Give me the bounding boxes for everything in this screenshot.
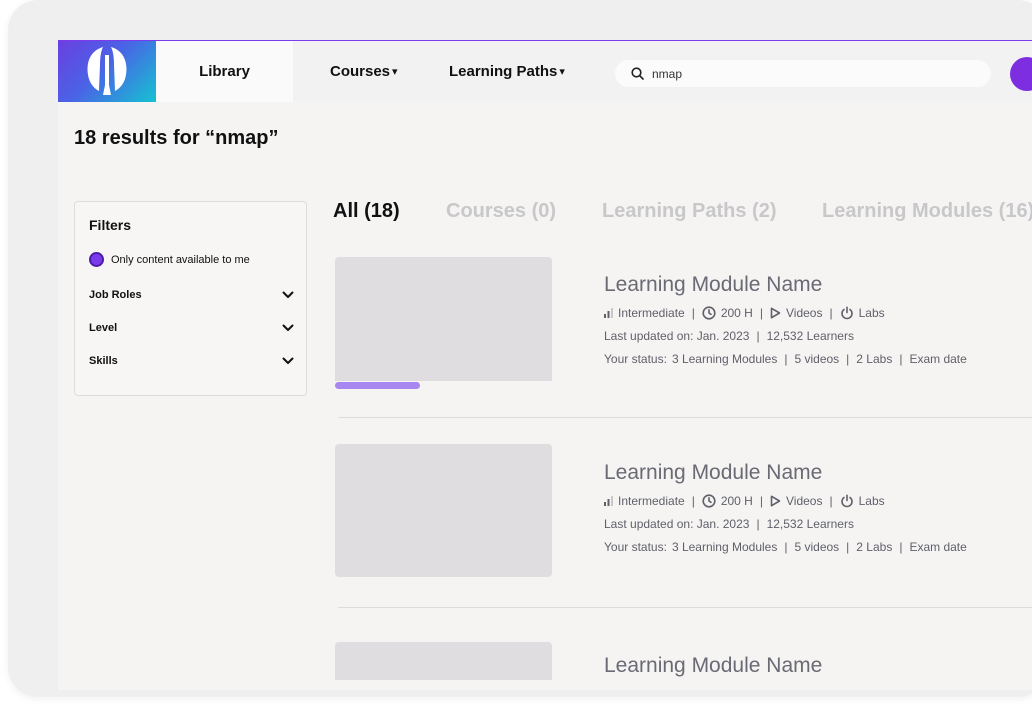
chevron-down-icon bbox=[282, 324, 294, 331]
status-label: Your status: bbox=[604, 540, 667, 554]
tab-all[interactable]: All (18) bbox=[333, 200, 400, 223]
divider bbox=[338, 417, 1032, 418]
status-videos: 5 videos bbox=[794, 352, 840, 366]
power-icon bbox=[840, 306, 854, 320]
level-text: Intermediate bbox=[618, 306, 685, 320]
chevron-down-icon: ▾ bbox=[559, 66, 565, 78]
filters-title: Filters bbox=[89, 217, 132, 233]
separator: | bbox=[756, 517, 760, 531]
result-status-row: Your status: 3 Learning Modules | 5 vide… bbox=[604, 540, 967, 554]
progress-bar bbox=[335, 381, 552, 390]
learners-text: 12,532 Learners bbox=[766, 329, 854, 343]
separator: | bbox=[899, 352, 903, 366]
level-text: Intermediate bbox=[618, 494, 685, 508]
status-modules: 3 Learning Modules bbox=[671, 540, 778, 554]
result-thumbnail[interactable] bbox=[335, 444, 552, 577]
result-updated-row: Last updated on: Jan. 2023 | 12,532 Lear… bbox=[604, 517, 854, 531]
result-title[interactable]: Learning Module Name bbox=[604, 461, 822, 485]
filter-skills[interactable]: Skills bbox=[89, 355, 294, 367]
tab-courses[interactable]: Courses (0) bbox=[446, 200, 556, 223]
separator: | bbox=[846, 352, 850, 366]
result-meta: Intermediate | 200 H | Videos | Labs bbox=[604, 306, 885, 320]
separator: | bbox=[784, 540, 788, 554]
chevron-down-icon bbox=[282, 291, 294, 298]
device-frame: Library Courses ▾ Learning Paths ▾ 18 re… bbox=[8, 0, 1032, 697]
learners-text: 12,532 Learners bbox=[766, 517, 854, 531]
duration-text: 200 H bbox=[720, 306, 753, 320]
separator: | bbox=[756, 329, 760, 343]
tab-learning-modules[interactable]: Learning Modules (16) bbox=[822, 200, 1032, 223]
filter-label: Job Roles bbox=[89, 289, 142, 301]
filters-panel: Filters Only content available to me Job… bbox=[74, 201, 307, 396]
status-exam: Exam date bbox=[909, 540, 967, 554]
filter-label: Level bbox=[89, 322, 118, 334]
results-title: 18 results for “nmap” bbox=[74, 127, 279, 149]
only-available-toggle[interactable]: Only content available to me bbox=[89, 252, 250, 267]
status-exam: Exam date bbox=[909, 352, 967, 366]
divider bbox=[338, 607, 1032, 608]
filter-job-roles[interactable]: Job Roles bbox=[89, 289, 294, 301]
duration-text: 200 H bbox=[720, 494, 753, 508]
result-title[interactable]: Learning Module Name bbox=[604, 654, 822, 678]
level-bars-icon bbox=[604, 496, 613, 506]
viewport-bottom-edge bbox=[58, 680, 1032, 690]
updated-text: Last updated on: Jan. 2023 bbox=[604, 329, 750, 343]
labs-text: Labs bbox=[858, 494, 885, 508]
progress-fill bbox=[335, 382, 420, 389]
play-icon bbox=[770, 307, 781, 319]
nav-library-label: Library bbox=[199, 63, 250, 80]
status-videos: 5 videos bbox=[794, 540, 840, 554]
nav-courses-dropdown[interactable]: Courses ▾ bbox=[330, 41, 398, 102]
result-status-row: Your status: 3 Learning Modules | 5 vide… bbox=[604, 352, 967, 366]
status-label: Your status: bbox=[604, 352, 667, 366]
separator: | bbox=[759, 494, 763, 508]
chevron-down-icon: ▾ bbox=[392, 66, 398, 78]
nav-learning-paths-dropdown[interactable]: Learning Paths ▾ bbox=[449, 41, 565, 102]
play-icon bbox=[770, 495, 781, 507]
status-labs: 2 Labs bbox=[856, 540, 893, 554]
result-thumbnail[interactable] bbox=[335, 257, 552, 390]
separator: | bbox=[829, 306, 833, 320]
videos-text: Videos bbox=[785, 306, 823, 320]
separator: | bbox=[691, 494, 695, 508]
nav-library-tab[interactable]: Library bbox=[156, 41, 293, 102]
status-labs: 2 Labs bbox=[856, 352, 893, 366]
app-screen: Library Courses ▾ Learning Paths ▾ 18 re… bbox=[58, 40, 1032, 690]
status-modules: 3 Learning Modules bbox=[671, 352, 778, 366]
separator: | bbox=[829, 494, 833, 508]
level-bars-icon bbox=[604, 308, 613, 318]
filter-level[interactable]: Level bbox=[89, 322, 294, 334]
result-updated-row: Last updated on: Jan. 2023 | 12,532 Lear… bbox=[604, 329, 854, 343]
logo-icon[interactable] bbox=[58, 41, 156, 102]
separator: | bbox=[784, 352, 788, 366]
radio-selected-icon[interactable] bbox=[89, 252, 104, 267]
labs-text: Labs bbox=[858, 306, 885, 320]
clock-icon bbox=[702, 494, 716, 508]
chevron-down-icon bbox=[282, 357, 294, 364]
updated-text: Last updated on: Jan. 2023 bbox=[604, 517, 750, 531]
nav-courses-label: Courses bbox=[330, 63, 391, 80]
result-title[interactable]: Learning Module Name bbox=[604, 273, 822, 297]
nav-learning-paths-label: Learning Paths bbox=[449, 63, 558, 80]
videos-text: Videos bbox=[785, 494, 823, 508]
separator: | bbox=[691, 306, 695, 320]
power-icon bbox=[840, 494, 854, 508]
avatar[interactable] bbox=[1010, 57, 1032, 91]
search-bar[interactable] bbox=[615, 60, 991, 87]
separator: | bbox=[846, 540, 850, 554]
result-meta: Intermediate | 200 H | Videos | Labs bbox=[604, 494, 885, 508]
top-nav: Library Courses ▾ Learning Paths ▾ bbox=[58, 40, 1032, 102]
search-input[interactable] bbox=[652, 66, 952, 81]
tab-learning-paths[interactable]: Learning Paths (2) bbox=[602, 200, 776, 223]
filter-label: Skills bbox=[89, 355, 118, 367]
only-available-label: Only content available to me bbox=[111, 253, 250, 266]
clock-icon bbox=[702, 306, 716, 320]
separator: | bbox=[759, 306, 763, 320]
search-icon bbox=[631, 67, 644, 80]
separator: | bbox=[899, 540, 903, 554]
